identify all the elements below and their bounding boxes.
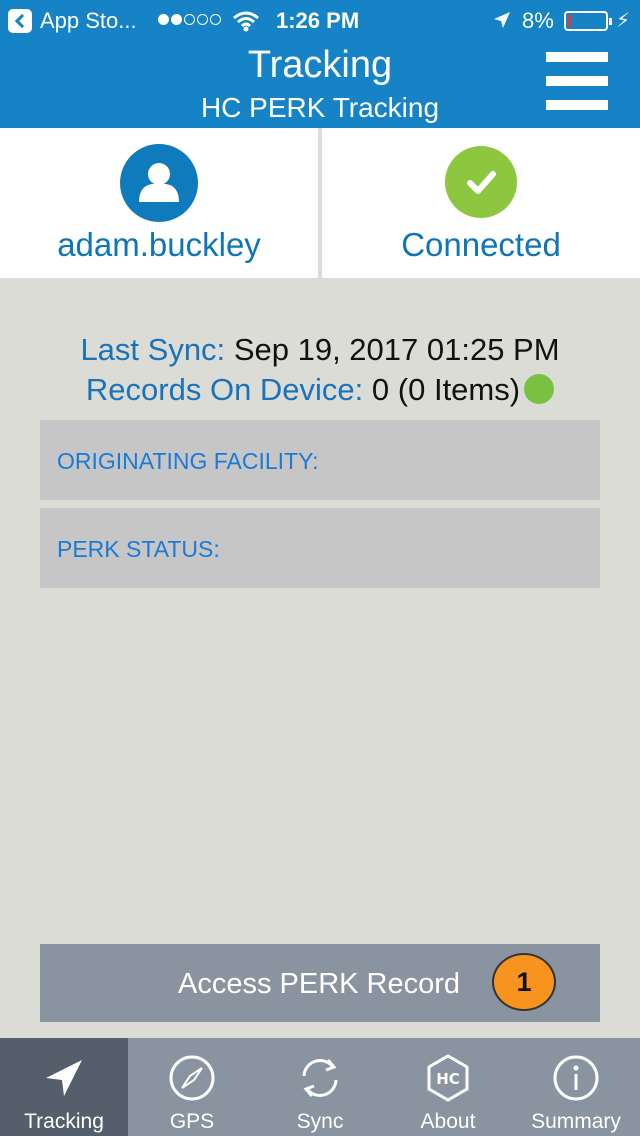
account-status-panels: adam.buckley Connected bbox=[0, 128, 640, 278]
originating-facility-label: ORIGINATING FACILITY: bbox=[57, 448, 319, 474]
sync-info: Last Sync: Sep 19, 2017 01:25 PM Records… bbox=[0, 330, 640, 410]
compass-icon bbox=[169, 1055, 215, 1101]
tab-gps[interactable]: GPS bbox=[128, 1038, 256, 1136]
checkmark-icon bbox=[445, 146, 517, 218]
header-bar: App Sto... 1:26 PM 8% ⚡ Tracking HC PERK… bbox=[0, 0, 640, 128]
perk-status-field: PERK STATUS: bbox=[40, 508, 600, 588]
battery-icon bbox=[564, 11, 612, 31]
perk-status-label: PERK STATUS: bbox=[57, 536, 220, 562]
location-services-icon bbox=[494, 12, 510, 28]
charging-bolt-icon: ⚡ bbox=[616, 10, 631, 32]
user-panel[interactable]: adam.buckley bbox=[0, 128, 318, 278]
access-perk-record-button[interactable]: Access PERK Record 1 bbox=[40, 944, 600, 1022]
status-time: 1:26 PM bbox=[276, 8, 360, 33]
tab-sync-label: Sync bbox=[296, 1110, 344, 1133]
last-sync-value: Sep 19, 2017 01:25 PM bbox=[233, 332, 560, 367]
hamburger-menu-button[interactable] bbox=[546, 52, 608, 114]
tab-sync[interactable]: Sync bbox=[256, 1038, 384, 1136]
svg-text:HC: HC bbox=[436, 1070, 460, 1088]
records-status-indicator-icon bbox=[524, 374, 555, 404]
originating-facility-field: ORIGINATING FACILITY: bbox=[40, 420, 600, 500]
last-sync-label: Last Sync: bbox=[80, 332, 226, 367]
cellular-signal-icon bbox=[158, 14, 221, 25]
records-on-device-label: Records On Device: bbox=[85, 372, 364, 407]
page-title: Tracking bbox=[247, 44, 393, 86]
navigation-arrow-icon bbox=[46, 1060, 82, 1096]
connection-status-label: Connected bbox=[401, 226, 561, 263]
tab-gps-label: GPS bbox=[169, 1110, 215, 1133]
tab-about-label: About bbox=[420, 1110, 476, 1133]
battery-percentage: 8% bbox=[522, 8, 554, 33]
page-subtitle: HC PERK Tracking bbox=[200, 92, 440, 123]
sync-icon bbox=[302, 1059, 338, 1097]
wifi-icon bbox=[233, 11, 259, 32]
user-avatar-icon bbox=[120, 144, 198, 222]
records-on-device-value: 0 (0 Items) bbox=[371, 372, 521, 407]
back-to-app-icon[interactable] bbox=[8, 9, 32, 33]
tab-tracking[interactable]: Tracking bbox=[0, 1038, 128, 1136]
connection-panel[interactable]: Connected bbox=[322, 128, 640, 278]
hc-logo-icon: HC bbox=[427, 1054, 469, 1102]
tab-about[interactable]: HC About bbox=[384, 1038, 512, 1136]
tab-bar: Tracking GPS Sync HC About Summary bbox=[0, 1038, 640, 1136]
tab-summary[interactable]: Summary bbox=[512, 1038, 640, 1136]
status-bar: App Sto... 1:26 PM 8% ⚡ bbox=[0, 0, 640, 40]
back-to-app-label[interactable]: App Sto... bbox=[40, 8, 137, 34]
access-perk-record-label: Access PERK Record bbox=[178, 968, 461, 1000]
info-icon bbox=[553, 1055, 599, 1101]
record-count-badge: 1 bbox=[492, 953, 556, 1011]
tab-tracking-label: Tracking bbox=[24, 1110, 104, 1133]
username-label: adam.buckley bbox=[57, 226, 261, 263]
tab-summary-label: Summary bbox=[531, 1110, 621, 1133]
